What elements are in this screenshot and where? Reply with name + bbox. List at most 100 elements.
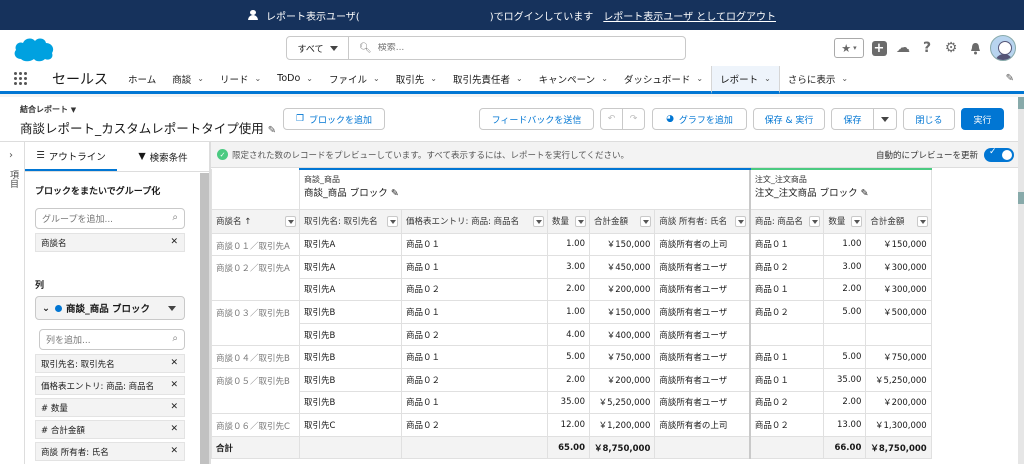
add-block-button[interactable]: ❐ ブロックを追加 xyxy=(283,108,385,130)
nav-tab[interactable]: 取引先責任者 ⌄ xyxy=(445,66,531,91)
nav-tab[interactable]: リード ⌄ xyxy=(212,66,269,91)
app-name: セールス xyxy=(52,71,108,88)
help-icon[interactable]: ? xyxy=(918,39,936,57)
block-menu-icon[interactable] xyxy=(168,306,176,311)
outline-panel: ☰ アウトライン ▼ 検索条件 ブロックをまたいでグループ化 グループを追加... ⌕… xyxy=(25,142,210,464)
chevron-down-icon[interactable]: ⌄ xyxy=(197,74,204,83)
column-menu-icon[interactable] xyxy=(533,215,544,227)
column-menu-icon[interactable] xyxy=(575,215,586,227)
chevron-down-icon[interactable]: ⌄ xyxy=(373,74,380,83)
nav-tab[interactable]: ファイル ⌄ xyxy=(321,66,388,91)
column-menu-icon[interactable] xyxy=(851,215,863,227)
nav-tab[interactable]: 商談 ⌄ xyxy=(164,66,212,91)
run-button[interactable]: 実行 xyxy=(961,108,1004,130)
block-header[interactable]: ⌄ 商談_商品 ブロック xyxy=(35,296,185,320)
column-header[interactable]: 合計金額 xyxy=(865,208,932,234)
edit-title-icon[interactable]: ✎ xyxy=(268,125,276,136)
table-cell: ￥1,200,000 xyxy=(588,413,656,437)
column-header[interactable]: 取引先名: 取引先名 xyxy=(299,208,402,234)
bell-icon[interactable] xyxy=(966,39,984,57)
fields-panel-toggle[interactable]: › 項目 xyxy=(0,142,25,464)
chevron-down-icon[interactable]: ⌄ xyxy=(601,74,608,83)
nav-tab[interactable]: レポート ⌄ xyxy=(711,66,780,94)
chevron-down-icon[interactable]: ⌄ xyxy=(841,74,848,83)
table-cell: 取引先B xyxy=(299,300,402,324)
table-cell: 商品０２ xyxy=(748,255,825,279)
remove-icon[interactable]: ✕ xyxy=(170,358,178,368)
utility-tab[interactable] xyxy=(1018,192,1024,204)
undo-button[interactable]: ↶ xyxy=(600,108,623,130)
trailhead-icon[interactable]: ☁︎ xyxy=(894,39,912,57)
search-input[interactable] xyxy=(377,43,678,53)
nav-tab[interactable]: 取引先 ⌄ xyxy=(388,66,445,91)
nav-tab[interactable]: キャンペーン ⌄ xyxy=(531,66,616,91)
total-cell xyxy=(654,435,751,460)
auto-preview-toggle[interactable]: ✓ xyxy=(984,147,1014,162)
search-scope-select[interactable]: すべて xyxy=(287,37,349,59)
column-header[interactable]: 商談名 ↑ xyxy=(211,208,300,234)
column-menu-icon[interactable] xyxy=(640,215,652,227)
gear-icon[interactable]: ⚙︎ xyxy=(942,39,960,57)
favorites-button[interactable]: ★ ▾ xyxy=(834,38,864,58)
table-cell: 2.00 xyxy=(547,277,590,302)
save-button[interactable]: 保存 xyxy=(831,108,874,130)
edit-block-icon[interactable]: ✎ xyxy=(861,188,869,199)
nav-tab[interactable]: ホーム xyxy=(120,66,164,91)
chevron-down-icon[interactable]: ⌄ xyxy=(516,74,523,83)
nav-tab[interactable]: さらに表示 ⌄ xyxy=(780,66,856,91)
remove-icon[interactable]: ✕ xyxy=(170,380,178,390)
edit-block-icon[interactable]: ✎ xyxy=(391,188,399,199)
remove-icon[interactable]: ✕ xyxy=(170,424,178,434)
table-cell: ￥5,250,000 xyxy=(588,390,656,415)
panel-scrollbar[interactable] xyxy=(200,173,209,464)
global-actions-button[interactable]: + xyxy=(870,39,888,57)
table-row: 商談０３／取引先B 取引先B 商品０１ 1.00 ￥150,000 商談所有者ユーザ 商品０… xyxy=(211,300,932,347)
total-cell: ￥8,750,000 xyxy=(588,435,656,460)
column-header[interactable]: 商談 所有者: 氏名 xyxy=(654,208,751,234)
chevron-down-icon[interactable]: ⌄ xyxy=(306,74,313,83)
table-cell: 取引先B xyxy=(299,345,402,370)
column-menu-icon[interactable] xyxy=(916,215,928,227)
column-header[interactable]: 価格表エントリ: 商品: 商品名 xyxy=(401,208,548,234)
logout-link[interactable]: レポート表示ユーザ としてログアウト xyxy=(603,8,776,23)
save-menu-button[interactable] xyxy=(873,108,897,130)
column-add-input[interactable]: 列を追加... ⌕ xyxy=(39,329,185,350)
column-header[interactable]: 合計金額 xyxy=(588,208,656,234)
utility-tab[interactable] xyxy=(1018,97,1024,109)
tab-filters[interactable]: ▼ 検索条件 xyxy=(117,142,209,171)
chevron-down-icon[interactable]: ⌄ xyxy=(764,74,771,83)
redo-button[interactable]: ↷ xyxy=(622,108,645,130)
save-and-run-button[interactable]: 保存 & 実行 xyxy=(753,108,825,130)
add-chart-button[interactable]: ◕ グラフを追加 xyxy=(652,108,747,130)
column-header[interactable]: 数量 xyxy=(823,208,867,234)
column-menu-icon[interactable] xyxy=(387,215,398,227)
table-row: 商談０６／取引先C 取引先C 商品０２ 12.00 ￥1,200,000 商談所有者の上司… xyxy=(211,413,932,437)
salesforce-logo[interactable] xyxy=(12,34,56,64)
table-cell: ￥500,000 xyxy=(865,300,932,324)
remove-icon[interactable]: ✕ xyxy=(170,402,178,412)
remove-icon[interactable]: ✕ xyxy=(170,237,178,247)
avatar[interactable] xyxy=(990,35,1016,61)
tab-outline[interactable]: ☰ アウトライン xyxy=(25,142,117,171)
edit-nav-icon[interactable]: ✎ xyxy=(1006,73,1014,84)
column-header[interactable]: 商品: 商品名 xyxy=(748,208,825,234)
block1-header: 商談_商品 商談_商品 ブロック ✎ xyxy=(298,168,751,210)
app-launcher-button[interactable] xyxy=(0,66,40,91)
report-type-label[interactable]: 結合レポート ▼ xyxy=(20,104,76,115)
close-button[interactable]: 閉じる xyxy=(903,108,955,130)
column-menu-icon[interactable] xyxy=(285,215,296,227)
table-cell: ￥750,000 xyxy=(865,345,932,370)
group-add-input[interactable]: グループを追加... ⌕ xyxy=(35,208,185,229)
nav-tab[interactable]: ToDo ⌄ xyxy=(269,66,321,91)
chevron-down-icon[interactable]: ⌄ xyxy=(254,74,261,83)
send-feedback-button[interactable]: フィードバックを送信 xyxy=(479,108,594,130)
table-cell: ￥150,000 xyxy=(588,300,656,324)
nav-tab[interactable]: ダッシュボード ⌄ xyxy=(616,66,711,91)
chevron-down-icon[interactable]: ⌄ xyxy=(696,74,703,83)
column-menu-icon[interactable] xyxy=(809,215,821,227)
remove-icon[interactable]: ✕ xyxy=(170,446,178,456)
table-cell: 1.00 xyxy=(547,300,590,324)
column-menu-icon[interactable] xyxy=(734,215,746,227)
chevron-down-icon[interactable]: ⌄ xyxy=(430,74,437,83)
column-header[interactable]: 数量 xyxy=(547,208,590,234)
